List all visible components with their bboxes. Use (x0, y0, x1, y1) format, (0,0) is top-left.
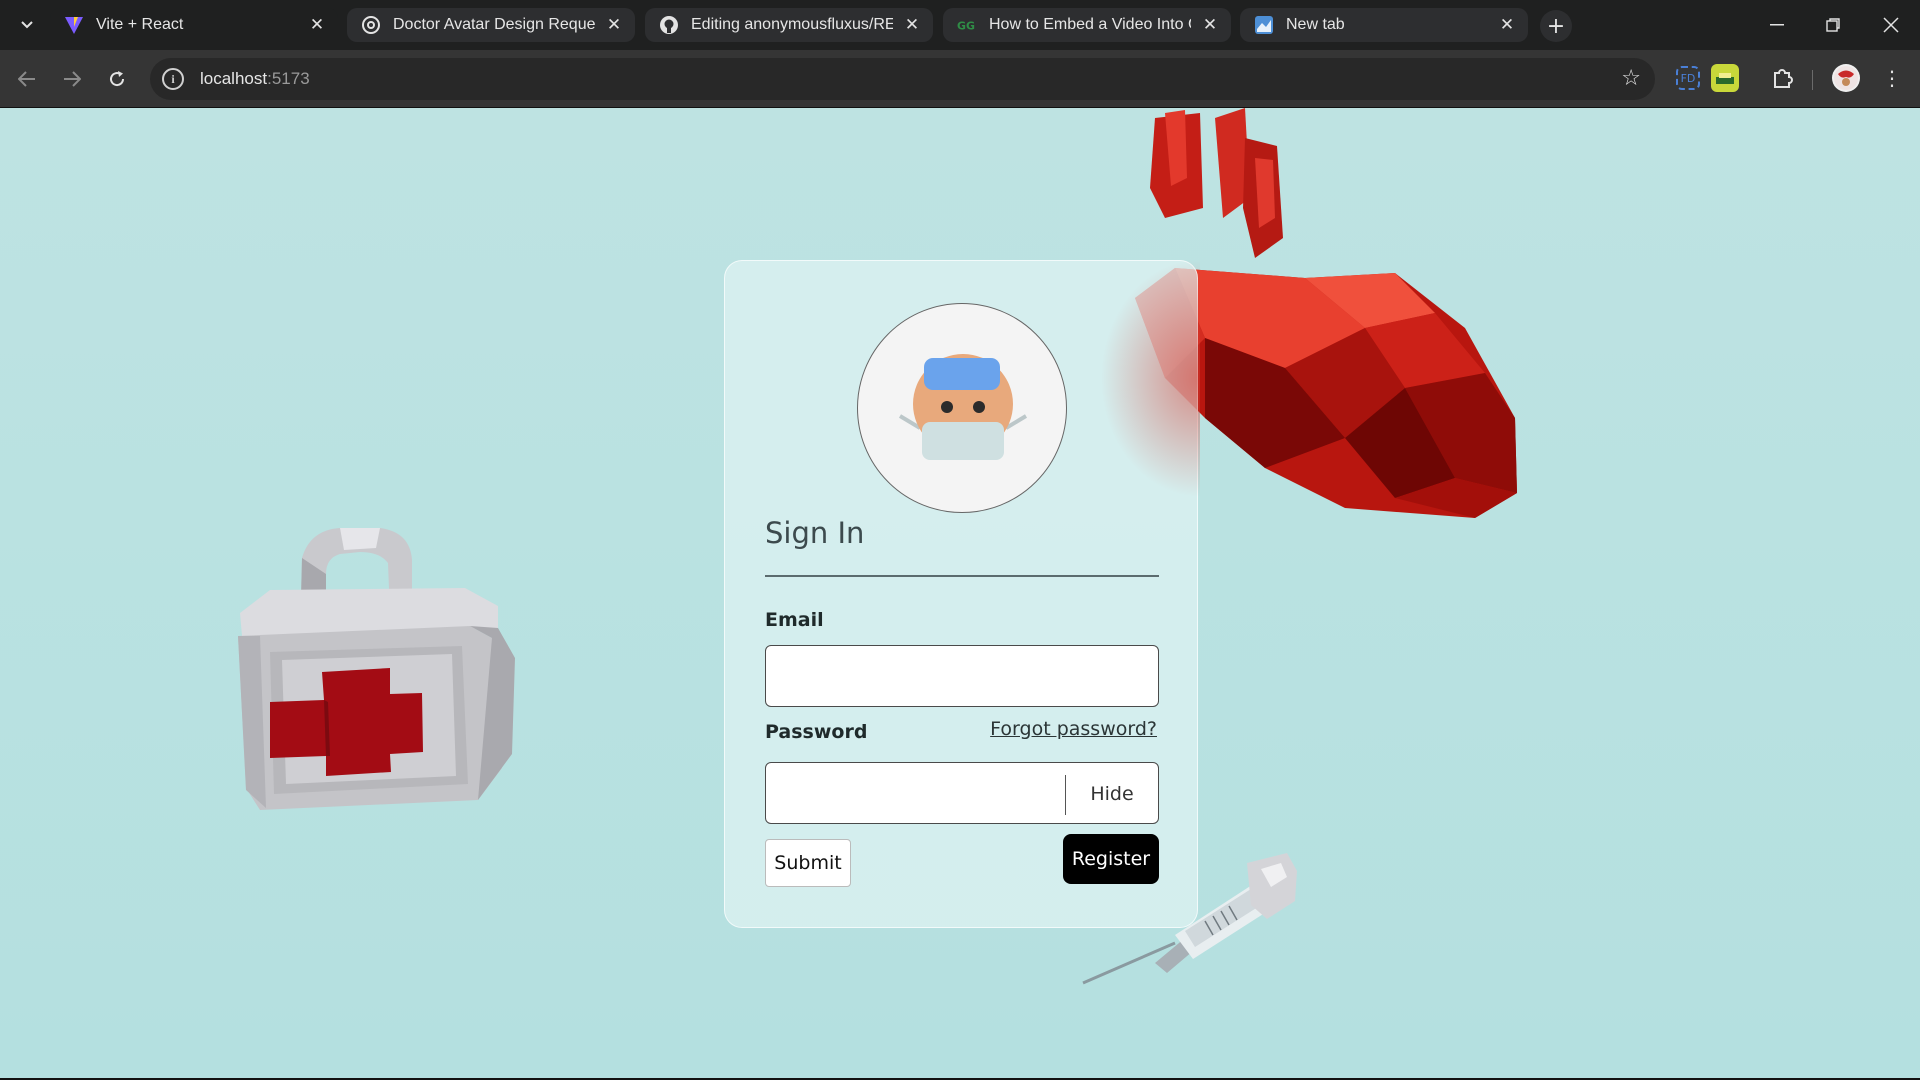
more-menu-icon[interactable]: ⋮ (1878, 64, 1906, 92)
toolbar-divider (1812, 70, 1813, 90)
register-button[interactable]: Register (1063, 834, 1159, 884)
tab-embed-video[interactable]: GG How to Embed a Video Into GitHub ✕ (943, 8, 1231, 42)
tab-title: Vite + React (96, 16, 184, 33)
close-icon[interactable]: ✕ (1199, 14, 1221, 36)
github-icon (659, 15, 679, 35)
profile-avatar-icon[interactable] (1832, 64, 1860, 92)
close-window-icon[interactable] (1876, 12, 1906, 38)
reload-icon[interactable] (101, 63, 133, 95)
hide-password-button[interactable]: Hide (1066, 763, 1158, 825)
forgot-password-link[interactable]: Forgot password? (990, 718, 1157, 740)
browser-toolbar: i localhost:5173 ☆ FD ⋮ (0, 50, 1920, 108)
new-tab-button[interactable]: + (1540, 10, 1572, 42)
new-tab-icon (1254, 15, 1274, 35)
extension-icon[interactable] (1711, 64, 1739, 92)
forward-icon[interactable] (56, 63, 88, 95)
extension-icon[interactable]: FD (1676, 66, 1700, 90)
tab-doctor-avatar[interactable]: Doctor Avatar Design Request ✕ (347, 8, 635, 42)
close-icon[interactable]: ✕ (306, 14, 328, 36)
tab-title: Doctor Avatar Design Request (393, 16, 595, 33)
minimize-icon[interactable] (1762, 12, 1792, 38)
email-label: Email (765, 609, 824, 631)
heart-blur-overlay (1100, 258, 1200, 498)
puzzle-extensions-icon[interactable] (1768, 64, 1796, 92)
tab-vite-react[interactable]: Vite + React ✕ (50, 8, 338, 42)
tab-title: New tab (1286, 16, 1345, 33)
title-divider (765, 575, 1159, 577)
page-background: Sign In Email Password Forgot password? … (0, 108, 1920, 1078)
signin-title: Sign In (765, 516, 865, 550)
close-icon[interactable]: ✕ (1496, 14, 1518, 36)
tab-strip: Vite + React ✕ Doctor Avatar Design Requ… (0, 0, 1920, 50)
close-icon[interactable]: ✕ (603, 14, 625, 36)
address-bar[interactable]: i localhost:5173 ☆ (150, 58, 1655, 100)
url-text: localhost:5173 (200, 69, 310, 89)
tab-search-icon[interactable] (14, 12, 40, 38)
tab-editing-readme[interactable]: Editing anonymousfluxus/README ✕ (645, 8, 933, 42)
url-host: localhost (200, 69, 268, 88)
email-input[interactable] (765, 645, 1159, 707)
bookmark-star-icon[interactable]: ☆ (1621, 66, 1641, 91)
url-port: :5173 (267, 69, 310, 88)
site-info-icon[interactable]: i (162, 68, 184, 90)
password-label: Password (765, 721, 868, 743)
doctor-avatar (857, 303, 1067, 513)
vite-icon (64, 15, 84, 35)
back-icon[interactable] (11, 63, 43, 95)
tab-new-tab[interactable]: New tab ✕ (1240, 8, 1528, 42)
openai-icon (361, 15, 381, 35)
tab-title: How to Embed a Video Into GitHub (989, 16, 1191, 33)
tab-title: Editing anonymousfluxus/README (691, 16, 893, 33)
svg-text:GG: GG (957, 20, 975, 31)
password-input[interactable]: Hide (765, 762, 1159, 824)
restore-icon[interactable] (1818, 12, 1848, 38)
first-aid-kit-illustration (238, 528, 515, 810)
submit-button[interactable]: Submit (765, 839, 851, 887)
close-icon[interactable]: ✕ (901, 14, 923, 36)
geeksforgeeks-icon: GG (957, 15, 977, 35)
